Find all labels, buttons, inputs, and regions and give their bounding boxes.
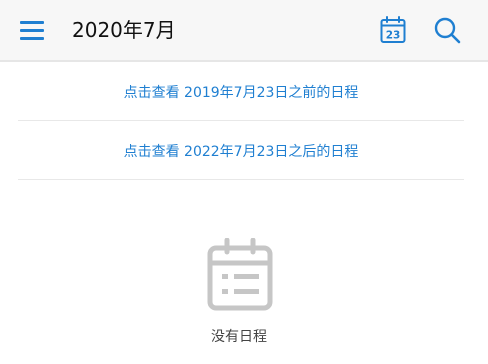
calendar-today-icon: 23 <box>380 16 406 43</box>
today-day-label: 23 <box>386 30 401 42</box>
page-title: 2020年7月 <box>72 18 176 42</box>
view-later-schedule-label: 点击查看 2022年7月23日之后的日程 <box>123 143 359 160</box>
search-button[interactable] <box>432 15 462 45</box>
empty-schedule-icon <box>207 238 273 311</box>
empty-state-text: 没有日程 <box>211 329 267 345</box>
today-button[interactable]: 23 <box>378 15 408 45</box>
menu-icon <box>20 21 44 24</box>
menu-button[interactable] <box>18 18 48 44</box>
view-later-schedule-link[interactable]: 点击查看 2022年7月23日之后的日程 <box>18 122 464 180</box>
view-earlier-schedule-link[interactable]: 点击查看 2019年7月23日之前的日程 <box>18 63 464 121</box>
app-bar: 2020年7月 23 <box>0 0 488 62</box>
view-earlier-schedule-label: 点击查看 2019年7月23日之前的日程 <box>123 84 359 101</box>
search-icon <box>434 17 461 44</box>
